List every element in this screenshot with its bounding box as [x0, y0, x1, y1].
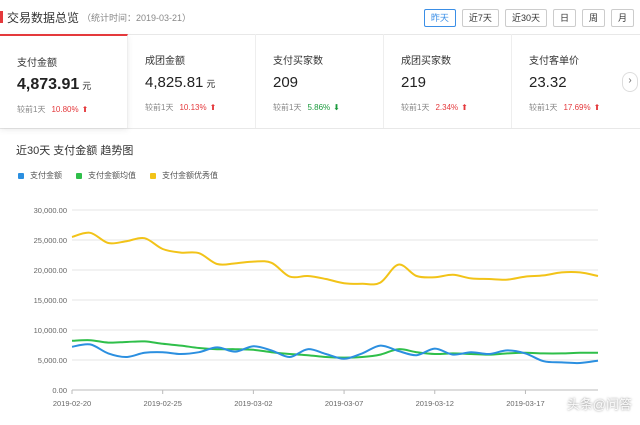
metric-label: 成团金额 — [145, 56, 185, 67]
legend-item-avg[interactable]: 支付金额均值 — [76, 170, 136, 181]
page-title: 交易数据总览 — [7, 11, 80, 25]
trend-arrow-icon: ⬇ — [333, 103, 340, 112]
y-tick-label: 30,000.00 — [34, 206, 67, 215]
metric-value: 23.32 — [529, 74, 567, 91]
trend-arrow-icon: ⬆ — [209, 103, 217, 112]
watermark: 头条@问答 — [566, 397, 632, 412]
trend-arrow-icon: ⬆ — [81, 105, 89, 114]
metric-card-unit-price[interactable]: 支付客单价 23.32 较前1天 17.69% ⬆ — [512, 34, 640, 128]
metric-value: 4,825.81 元 — [145, 74, 216, 91]
metric-compare: 较前1天 10.80% ⬆ — [17, 105, 89, 114]
x-tick-label: 2019-02-20 — [53, 399, 91, 408]
range-btn-30days[interactable]: 近30天 — [504, 9, 547, 27]
title-accent-bar — [0, 11, 3, 23]
metric-cards: 支付金额 4,873.91 元 较前1天 10.80% ⬆ 成团金额 4,825.81… — [0, 34, 640, 129]
metric-value: 4,873.91 元 — [17, 76, 92, 93]
range-btn-7days[interactable]: 近7天 — [461, 9, 499, 27]
metric-value: 209 — [273, 74, 299, 91]
legend-swatch — [76, 172, 82, 179]
metric-label: 支付买家数 — [273, 56, 323, 67]
metric-card-pay-buyers[interactable]: 支付买家数 209 较前1天 5.86% ⬇ — [256, 34, 384, 128]
chart-title: 近30天 支付金额 趋势图 — [16, 145, 134, 157]
page-header: 交易数据总览 （统计时间：2019-03-21） 昨天 近7天 近30天 日 周… — [0, 0, 640, 35]
trend-chart: 0.00 5,000.00 10,000.00 15,000.00 20,000.00 2… — [34, 206, 599, 408]
y-tick-label: 0.00 — [52, 386, 67, 395]
range-btn-month[interactable]: 月 — [610, 9, 634, 27]
metric-card-pay-amount[interactable]: 支付金额 4,873.91 元 较前1天 10.80% ⬆ — [0, 34, 128, 128]
x-tick-label: 2019-02-25 — [144, 399, 182, 408]
x-tick-label: 2019-03-17 — [506, 399, 544, 408]
trend-arrow-icon: ⬆ — [593, 103, 601, 112]
range-btn-week[interactable]: 周 — [581, 9, 605, 27]
chevron-right-icon[interactable]: › — [622, 72, 638, 92]
trend-arrow-icon: ⬆ — [461, 103, 468, 112]
y-tick-label: 25,000.00 — [34, 236, 67, 245]
chart-legend: 支付金额 支付金额均值 支付金额优秀值 — [18, 170, 218, 181]
x-tick-label: 2019-03-02 — [234, 399, 272, 408]
series-line-1 — [71, 339, 599, 359]
y-tick-label: 20,000.00 — [34, 266, 67, 275]
metric-label: 成团买家数 — [401, 56, 451, 67]
range-btn-yesterday[interactable]: 昨天 — [423, 9, 456, 27]
metric-card-group-buyers[interactable]: 成团买家数 219 较前1天 2.34% ⬆ — [384, 34, 512, 128]
metric-compare: 较前1天 10.13% ⬆ — [145, 103, 217, 112]
x-tick-label: 2019-03-07 — [325, 399, 363, 408]
y-tick-label: 10,000.00 — [34, 326, 67, 335]
metric-card-group-amount[interactable]: 成团金额 4,825.81 元 较前1天 10.13% ⬆ — [128, 34, 256, 128]
legend-item-pay[interactable]: 支付金额 — [18, 170, 62, 181]
metric-compare: 较前1天 17.69% ⬆ — [529, 103, 601, 112]
metric-label: 支付客单价 — [529, 56, 579, 67]
legend-item-excellent[interactable]: 支付金额优秀值 — [150, 170, 218, 181]
legend-swatch — [150, 172, 156, 179]
range-selector: 昨天 近7天 近30天 日 周 月 — [423, 9, 634, 27]
stat-time: （统计时间：2019-03-21） — [82, 13, 192, 23]
y-tick-label: 5,000.00 — [38, 356, 67, 365]
metric-value: 219 — [401, 74, 427, 91]
legend-swatch — [18, 172, 24, 179]
y-tick-label: 15,000.00 — [34, 296, 67, 305]
metric-label: 支付金额 — [17, 58, 57, 69]
range-btn-day[interactable]: 日 — [552, 9, 576, 27]
x-tick-label: 2019-03-12 — [416, 399, 454, 408]
metric-compare: 较前1天 2.34% ⬆ — [401, 103, 468, 112]
metric-compare: 较前1天 5.86% ⬇ — [273, 103, 340, 112]
